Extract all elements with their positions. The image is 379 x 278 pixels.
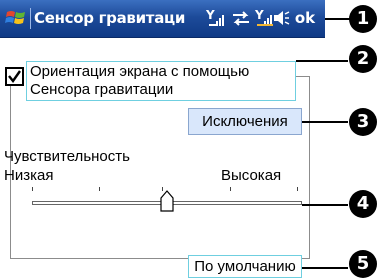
- callout-marker-4: 4: [349, 190, 377, 218]
- exceptions-button[interactable]: Исключения: [188, 108, 302, 135]
- callout-leader-5: [302, 267, 348, 269]
- slider-thumb[interactable]: [160, 190, 174, 212]
- checkbox-label-line1: Ориентация экрана с помощью: [30, 63, 250, 80]
- slider-tick: [297, 187, 298, 191]
- svg-text:Y: Y: [254, 8, 264, 22]
- callout-leader-3: [302, 121, 348, 123]
- slider-tick: [99, 187, 100, 191]
- window-title: Сенсор гравитаци: [34, 9, 186, 27]
- callout-leader-4: [302, 204, 348, 206]
- slider-tick: [32, 187, 33, 191]
- checkbox-label-line2: Сенсора гравитации: [30, 81, 174, 98]
- callout-marker-2: 2: [349, 45, 377, 73]
- title-separator: [30, 8, 31, 29]
- windows-flag-icon[interactable]: [4, 6, 29, 31]
- sync-arrows-icon[interactable]: [231, 7, 251, 29]
- checkbox-label[interactable]: Ориентация экрана с помощью Сенсора грав…: [26, 61, 296, 101]
- signal-strength-icon[interactable]: Y: [205, 7, 227, 29]
- high-label: Высокая: [221, 167, 282, 184]
- callout-leader-1: [325, 18, 350, 20]
- slider-tick: [230, 187, 231, 191]
- checkmark-icon: [8, 70, 21, 84]
- speaker-icon[interactable]: [272, 7, 290, 29]
- low-label: Низкая: [4, 167, 54, 184]
- callout-marker-5: 5: [349, 250, 377, 278]
- gravity-orientation-checkbox[interactable]: [5, 67, 24, 86]
- callout-leader-2: [296, 60, 348, 62]
- default-button[interactable]: По умолчанию: [188, 255, 302, 278]
- callout-marker-1: 1: [349, 5, 377, 33]
- ok-button[interactable]: ok: [290, 6, 320, 30]
- sensitivity-label: Чувствительность: [4, 148, 130, 165]
- callout-marker-3: 3: [349, 108, 377, 136]
- svg-text:Y: Y: [205, 8, 215, 22]
